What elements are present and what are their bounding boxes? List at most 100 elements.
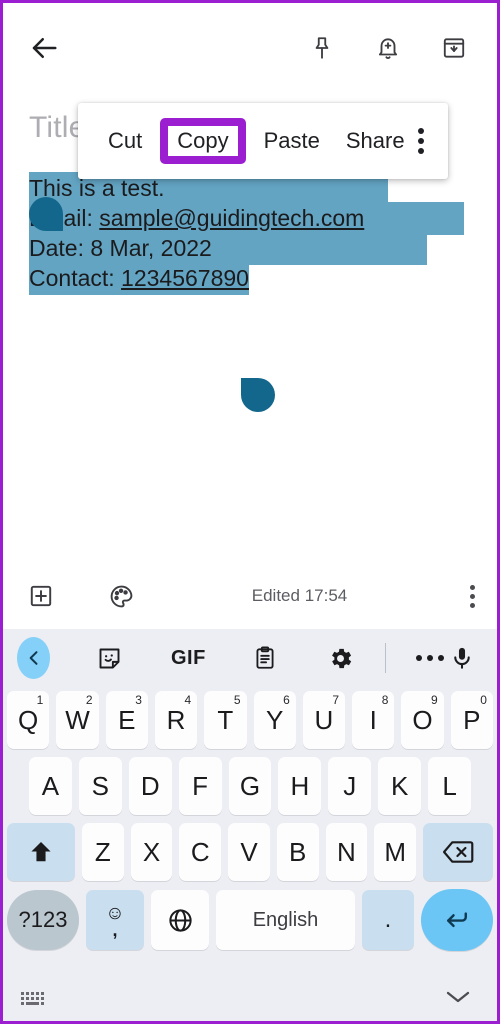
edited-timestamp: Edited 17:54 <box>251 586 348 605</box>
context-menu-item-paste[interactable]: Paste <box>251 128 333 154</box>
key-p-sup: 0 <box>480 693 487 707</box>
note-line-4: Contact: 1234567890 <box>29 262 249 295</box>
key-f[interactable]: F <box>178 757 222 815</box>
selection-handle-start[interactable] <box>29 197 63 231</box>
key-a[interactable]: A <box>29 757 72 815</box>
key-j[interactable]: J <box>328 757 372 815</box>
enter-key-icon <box>447 912 467 928</box>
key-i-label: I <box>369 704 377 735</box>
key-d[interactable]: D <box>128 757 172 815</box>
key-i[interactable]: 8I <box>352 691 395 749</box>
selection-handle-end[interactable] <box>241 378 275 412</box>
keyboard-toolbar-back-button[interactable] <box>17 637 51 679</box>
reminder-button[interactable] <box>365 25 411 71</box>
archive-icon <box>443 38 465 58</box>
note-line-3-text: Date: 8 Mar, 2022 <box>29 232 427 265</box>
sticker-icon <box>99 648 120 668</box>
key-y-sup: 6 <box>283 693 290 707</box>
space-key[interactable]: English <box>216 890 355 950</box>
system-navigation-bar <box>3 975 497 1021</box>
key-w[interactable]: 2W <box>56 691 99 749</box>
context-menu-more-options-icon[interactable] <box>417 128 424 154</box>
key-v[interactable]: V <box>228 823 270 881</box>
key-g[interactable]: G <box>228 757 272 815</box>
pin-button[interactable] <box>299 25 345 71</box>
key-t[interactable]: 5T <box>204 691 247 749</box>
key-q-sup: 1 <box>36 693 44 707</box>
key-r[interactable]: 4R <box>154 691 198 749</box>
key-u-sup: 7 <box>332 693 340 707</box>
key-n[interactable]: N <box>325 823 368 881</box>
keyboard-switch-button[interactable] <box>21 991 44 1005</box>
key-l[interactable]: L <box>428 757 472 815</box>
key-b[interactable]: B <box>276 823 319 881</box>
back-arrow-icon <box>32 38 57 58</box>
key-x[interactable]: X <box>130 823 173 881</box>
voice-input-button[interactable] <box>444 636 479 680</box>
key-e[interactable]: 3E <box>105 691 148 749</box>
clipboard-icon <box>256 646 274 669</box>
key-t-label: T <box>217 704 234 735</box>
keyboard-row-4: ?123 ☺ , English . <box>3 885 497 955</box>
emoji-comma-key[interactable]: ☺ , <box>86 890 144 950</box>
archive-button[interactable] <box>431 25 477 71</box>
period-key[interactable]: . <box>362 890 414 950</box>
key-e-label: E <box>118 704 136 735</box>
key-s[interactable]: S <box>78 757 122 815</box>
note-more-options-icon[interactable] <box>470 584 475 608</box>
phone-screen: Title This is a test. Email: sample@guid… <box>0 0 500 1024</box>
add-attachment-button[interactable] <box>19 574 63 618</box>
context-menu-item-copy[interactable]: Copy <box>160 118 246 164</box>
key-p[interactable]: 0P <box>450 691 493 749</box>
key-o-sup: 9 <box>431 693 438 707</box>
key-k[interactable]: K <box>378 757 422 815</box>
backspace-key-icon <box>442 841 474 863</box>
sticker-button[interactable] <box>92 636 127 680</box>
key-t-sup: 5 <box>233 693 241 707</box>
back-button[interactable] <box>21 25 67 71</box>
symbols-key[interactable]: ?123 <box>7 890 79 950</box>
add-box-icon <box>30 585 52 607</box>
gif-button[interactable]: GIF <box>171 636 206 680</box>
note-bottom-bar: Edited 17:54 <box>3 563 497 629</box>
note-line-3: Date: 8 Mar, 2022 <box>29 232 427 265</box>
key-q[interactable]: 1Q <box>7 691 50 749</box>
keyboard-more-options-button[interactable] <box>416 655 445 661</box>
shift-key-icon <box>31 841 51 862</box>
keyboard-row-1: 1Q 2W 3E 4R 5T 6Y 7U 8I 9O 0P <box>3 687 497 753</box>
context-menu-item-cut[interactable]: Cut <box>95 128 155 154</box>
key-m[interactable]: M <box>374 823 417 881</box>
toolbar-divider <box>385 643 387 673</box>
on-screen-keyboard: G I F 1 Q 2 W 3 E 4 R 5 T 6 Y 7 U 8 I 9 O … <box>3 629 497 1021</box>
key-p-label: P <box>463 704 481 735</box>
key-y[interactable]: 6Y <box>253 691 296 749</box>
settings-gear-icon <box>331 648 351 668</box>
key-r-label: R <box>166 704 186 735</box>
keyboard-settings-button[interactable] <box>323 636 358 680</box>
key-o[interactable]: 9O <box>401 691 444 749</box>
shift-key[interactable] <box>6 823 75 881</box>
back-chevron-icon <box>29 651 38 665</box>
key-y-label: Y <box>265 704 284 735</box>
key-c[interactable]: C <box>179 823 222 881</box>
backspace-key[interactable] <box>423 823 494 881</box>
key-w-sup: 2 <box>85 693 93 707</box>
note-body-text[interactable]: This is a test. Email: sample@guidingtec… <box>29 172 469 295</box>
email-link[interactable]: sample@guidingtech.com <box>99 205 364 231</box>
key-r-sup: 4 <box>184 693 192 707</box>
key-u-label: U <box>314 704 334 735</box>
keyboard-row-2: A S D F G H J K L <box>3 753 497 819</box>
key-z[interactable]: Z <box>81 823 124 881</box>
key-h[interactable]: H <box>278 757 322 815</box>
key-u[interactable]: 7U <box>302 691 346 749</box>
note-line-4-prefix: Contact: <box>29 265 122 291</box>
clipboard-button[interactable] <box>248 636 283 680</box>
phone-link[interactable]: 1234567890 <box>121 265 249 291</box>
context-menu-item-share[interactable]: Share <box>333 128 418 154</box>
keyboard-switch-icon <box>21 991 44 1005</box>
enter-key[interactable] <box>421 889 493 951</box>
key-q-label: Q <box>18 704 39 735</box>
hide-keyboard-button[interactable] <box>443 986 473 1011</box>
key-i-sup: 8 <box>381 693 389 707</box>
language-switch-key[interactable] <box>151 890 209 950</box>
